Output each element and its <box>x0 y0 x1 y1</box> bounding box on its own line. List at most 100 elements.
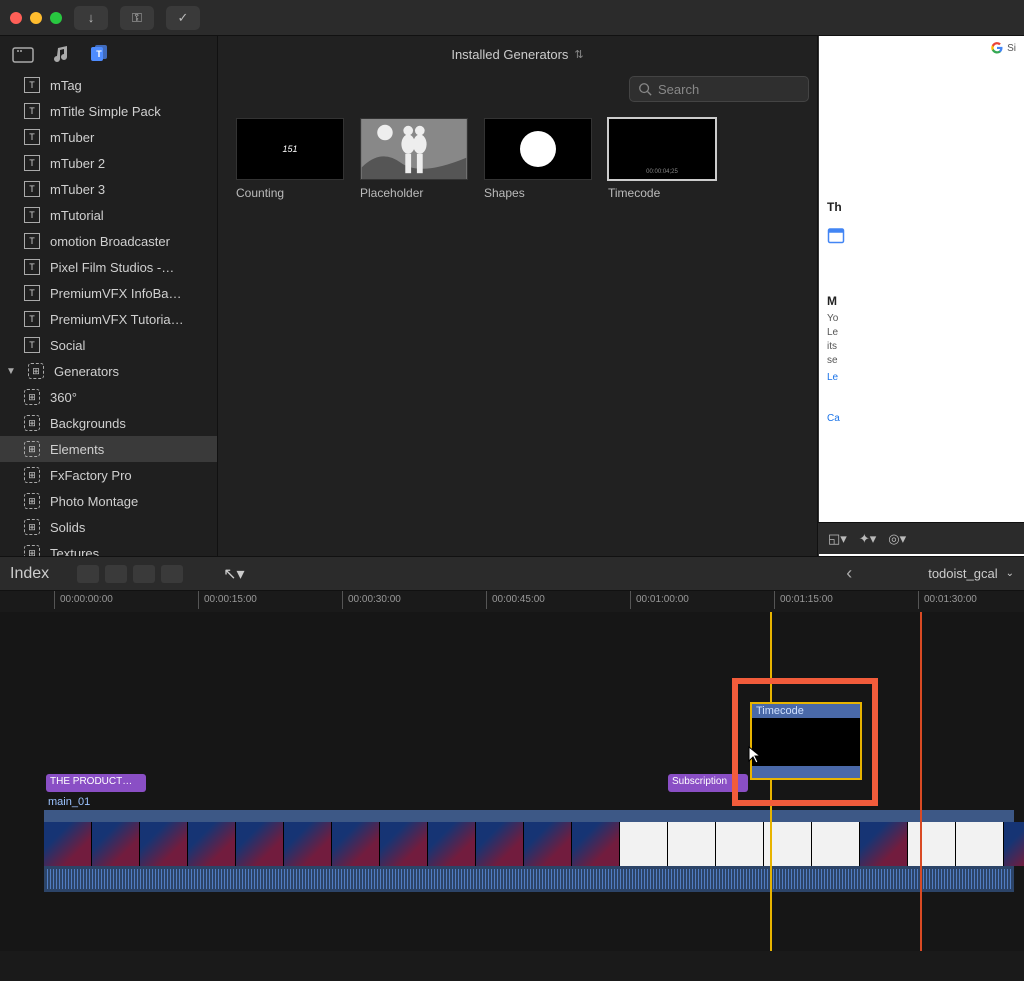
generator-icon: ⊞ <box>24 545 40 556</box>
dragged-clip-label: Timecode <box>752 704 860 718</box>
audio-clip[interactable] <box>44 866 1014 892</box>
download-icon: ↓ <box>88 10 95 25</box>
sidebar-item-elements[interactable]: ⊞Elements <box>0 436 217 462</box>
sidebar-item-mtuber-3[interactable]: TmTuber 3 <box>0 176 217 202</box>
title-icon: T <box>24 337 40 353</box>
sidebar-item-pixel-film[interactable]: TPixel Film Studios -… <box>0 254 217 280</box>
sidebar-item-label: mTuber <box>50 130 94 145</box>
timeline-toolbar: Index ↖▾ ‹ todoist_gcal ⌄ <box>0 556 1024 590</box>
sidebar-list[interactable]: TmTag TmTitle Simple Pack TmTuber TmTube… <box>0 72 217 556</box>
generator-counting[interactable]: 151 Counting <box>236 118 344 200</box>
import-button[interactable]: ↓ <box>74 6 108 30</box>
range-marker[interactable] <box>920 612 922 951</box>
title-icon: T <box>24 129 40 145</box>
overwrite-clip-button[interactable] <box>161 565 183 583</box>
checkmark-circle-icon: ✓ <box>178 10 189 26</box>
timeline-tracks[interactable]: THE PRODUCT… Subscription main_01 Timeco… <box>0 612 1024 951</box>
sidebar-item-social[interactable]: T Social <box>0 332 217 358</box>
title-icon: T <box>24 77 40 93</box>
cancel-link[interactable]: Ca <box>827 413 1016 424</box>
title-icon: T <box>24 181 40 197</box>
photos-videos-tab[interactable] <box>12 43 34 65</box>
browser-header-dropdown[interactable]: Installed Generators ⇅ <box>218 36 817 72</box>
titles-generators-tab[interactable]: T <box>88 43 110 65</box>
connect-clip-button[interactable] <box>77 565 99 583</box>
generator-timecode[interactable]: 00:00:04;25 Timecode <box>608 118 716 200</box>
title-clip-product[interactable]: THE PRODUCT… <box>46 774 146 792</box>
sidebar-item-mtag[interactable]: TmTag <box>0 72 217 98</box>
generator-label: Shapes <box>484 186 592 200</box>
sidebar-item-solids[interactable]: ⊞ Solids <box>0 514 217 540</box>
sidebar-item-textures[interactable]: ⊞Textures <box>0 540 217 556</box>
calendar-icon <box>827 226 845 244</box>
ruler-tick: 00:00:00:00 <box>60 594 113 605</box>
sidebar-item-photo-montage[interactable]: ⊞Photo Montage <box>0 488 217 514</box>
generator-icon: ⊞ <box>24 389 40 405</box>
svg-text:T: T <box>96 49 102 59</box>
zoom-window-button[interactable] <box>50 12 62 24</box>
project-name: todoist_gcal <box>928 566 997 581</box>
ruler-tick: 00:00:30:00 <box>348 594 401 605</box>
timeline-ruler[interactable]: 00:00:00:00 00:00:15:00 00:00:30:00 00:00:4… <box>0 590 1024 612</box>
generators-browser: Installed Generators ⇅ Search 151 Counti… <box>218 36 818 556</box>
timeline-back-button[interactable]: ‹ <box>846 563 852 584</box>
minimize-window-button[interactable] <box>30 12 42 24</box>
sidebar-item-mtitle-simple[interactable]: TmTitle Simple Pack <box>0 98 217 124</box>
sidebar-item-label: mTutorial <box>50 208 104 223</box>
mouse-cursor-icon <box>748 746 762 764</box>
keyword-button[interactable]: ⚿ <box>120 6 154 30</box>
select-tool-icon[interactable]: ↖▾ <box>223 564 244 584</box>
sidebar-item-backgrounds[interactable]: ⊞Backgrounds <box>0 410 217 436</box>
sidebar-item-360[interactable]: ⊞360° <box>0 384 217 410</box>
title-icon: T <box>24 259 40 275</box>
sidebar-item-label: Solids <box>50 520 85 535</box>
thumb-text: 00:00:04;25 <box>646 169 678 175</box>
sidebar-item-label: PremiumVFX InfoBa… <box>50 286 182 301</box>
index-button[interactable]: Index <box>10 565 49 583</box>
dragged-timecode-clip[interactable]: Timecode <box>750 702 862 780</box>
generator-icon: ⊞ <box>24 519 40 535</box>
sidebar-item-omotion[interactable]: Tomotion Broadcaster <box>0 228 217 254</box>
sidebar-item-label: omotion Broadcaster <box>50 234 170 249</box>
external-window-preview: Si Th M Yo Le its se Le Ca <box>818 36 1024 556</box>
sidebar-item-premiumvfx-infobar[interactable]: TPremiumVFX InfoBa… <box>0 280 217 306</box>
clip-header-bar[interactable] <box>44 810 1014 822</box>
close-window-button[interactable] <box>10 12 22 24</box>
sidebar-item-mtuber[interactable]: TmTuber <box>0 124 217 150</box>
sidebar-item-premiumvfx-tutorial[interactable]: TPremiumVFX Tutoria… <box>0 306 217 332</box>
generator-icon: ⊞ <box>28 363 44 379</box>
generator-label: Timecode <box>608 186 716 200</box>
ruler-tick: 00:00:15:00 <box>204 594 257 605</box>
append-clip-button[interactable] <box>133 565 155 583</box>
color-tool-icon[interactable]: ◎▾ <box>888 531 906 547</box>
insert-clip-button[interactable] <box>105 565 127 583</box>
generator-label: Counting <box>236 186 344 200</box>
sidebar-category-generators[interactable]: ▼⊞Generators <box>0 358 217 384</box>
ruler-tick: 00:00:45:00 <box>492 594 545 605</box>
sidebar-item-label: Backgrounds <box>50 416 126 431</box>
sidebar-item-mtuber-2[interactable]: TmTuber 2 <box>0 150 217 176</box>
generator-icon: ⊞ <box>24 441 40 457</box>
inspector-toolstrip: ◱▾ ✦▾ ◎▾ <box>818 522 1024 554</box>
video-clip[interactable] <box>44 822 1014 866</box>
ruler-tick: 00:01:15:00 <box>780 594 833 605</box>
updown-icon: ⇅ <box>574 48 583 61</box>
search-field[interactable]: Search <box>629 76 809 102</box>
sidebar-tabs: T <box>0 36 217 72</box>
sidebar-item-label: Photo Montage <box>50 494 138 509</box>
browser-header-label: Installed Generators <box>451 47 568 62</box>
sidebar-item-label: FxFactory Pro <box>50 468 132 483</box>
music-tab[interactable] <box>50 43 72 65</box>
generator-placeholder[interactable]: Placeholder <box>360 118 468 200</box>
learn-more-link[interactable]: Le <box>827 372 1016 383</box>
background-tasks-button[interactable]: ✓ <box>166 6 200 30</box>
disclosure-triangle-icon[interactable]: ▼ <box>6 366 16 377</box>
generator-shapes[interactable]: Shapes <box>484 118 592 200</box>
enhance-tool-icon[interactable]: ✦▾ <box>859 531 876 547</box>
generator-grid: 151 Counting Placeholder Shapes <box>218 110 817 208</box>
chevron-down-icon[interactable]: ⌄ <box>1006 568 1014 579</box>
sidebar-item-fxfactory[interactable]: ⊞FxFactory Pro <box>0 462 217 488</box>
sidebar-item-label: Social <box>50 338 85 353</box>
crop-tool-icon[interactable]: ◱▾ <box>828 531 847 547</box>
sidebar-item-mtutorial[interactable]: TmTutorial <box>0 202 217 228</box>
